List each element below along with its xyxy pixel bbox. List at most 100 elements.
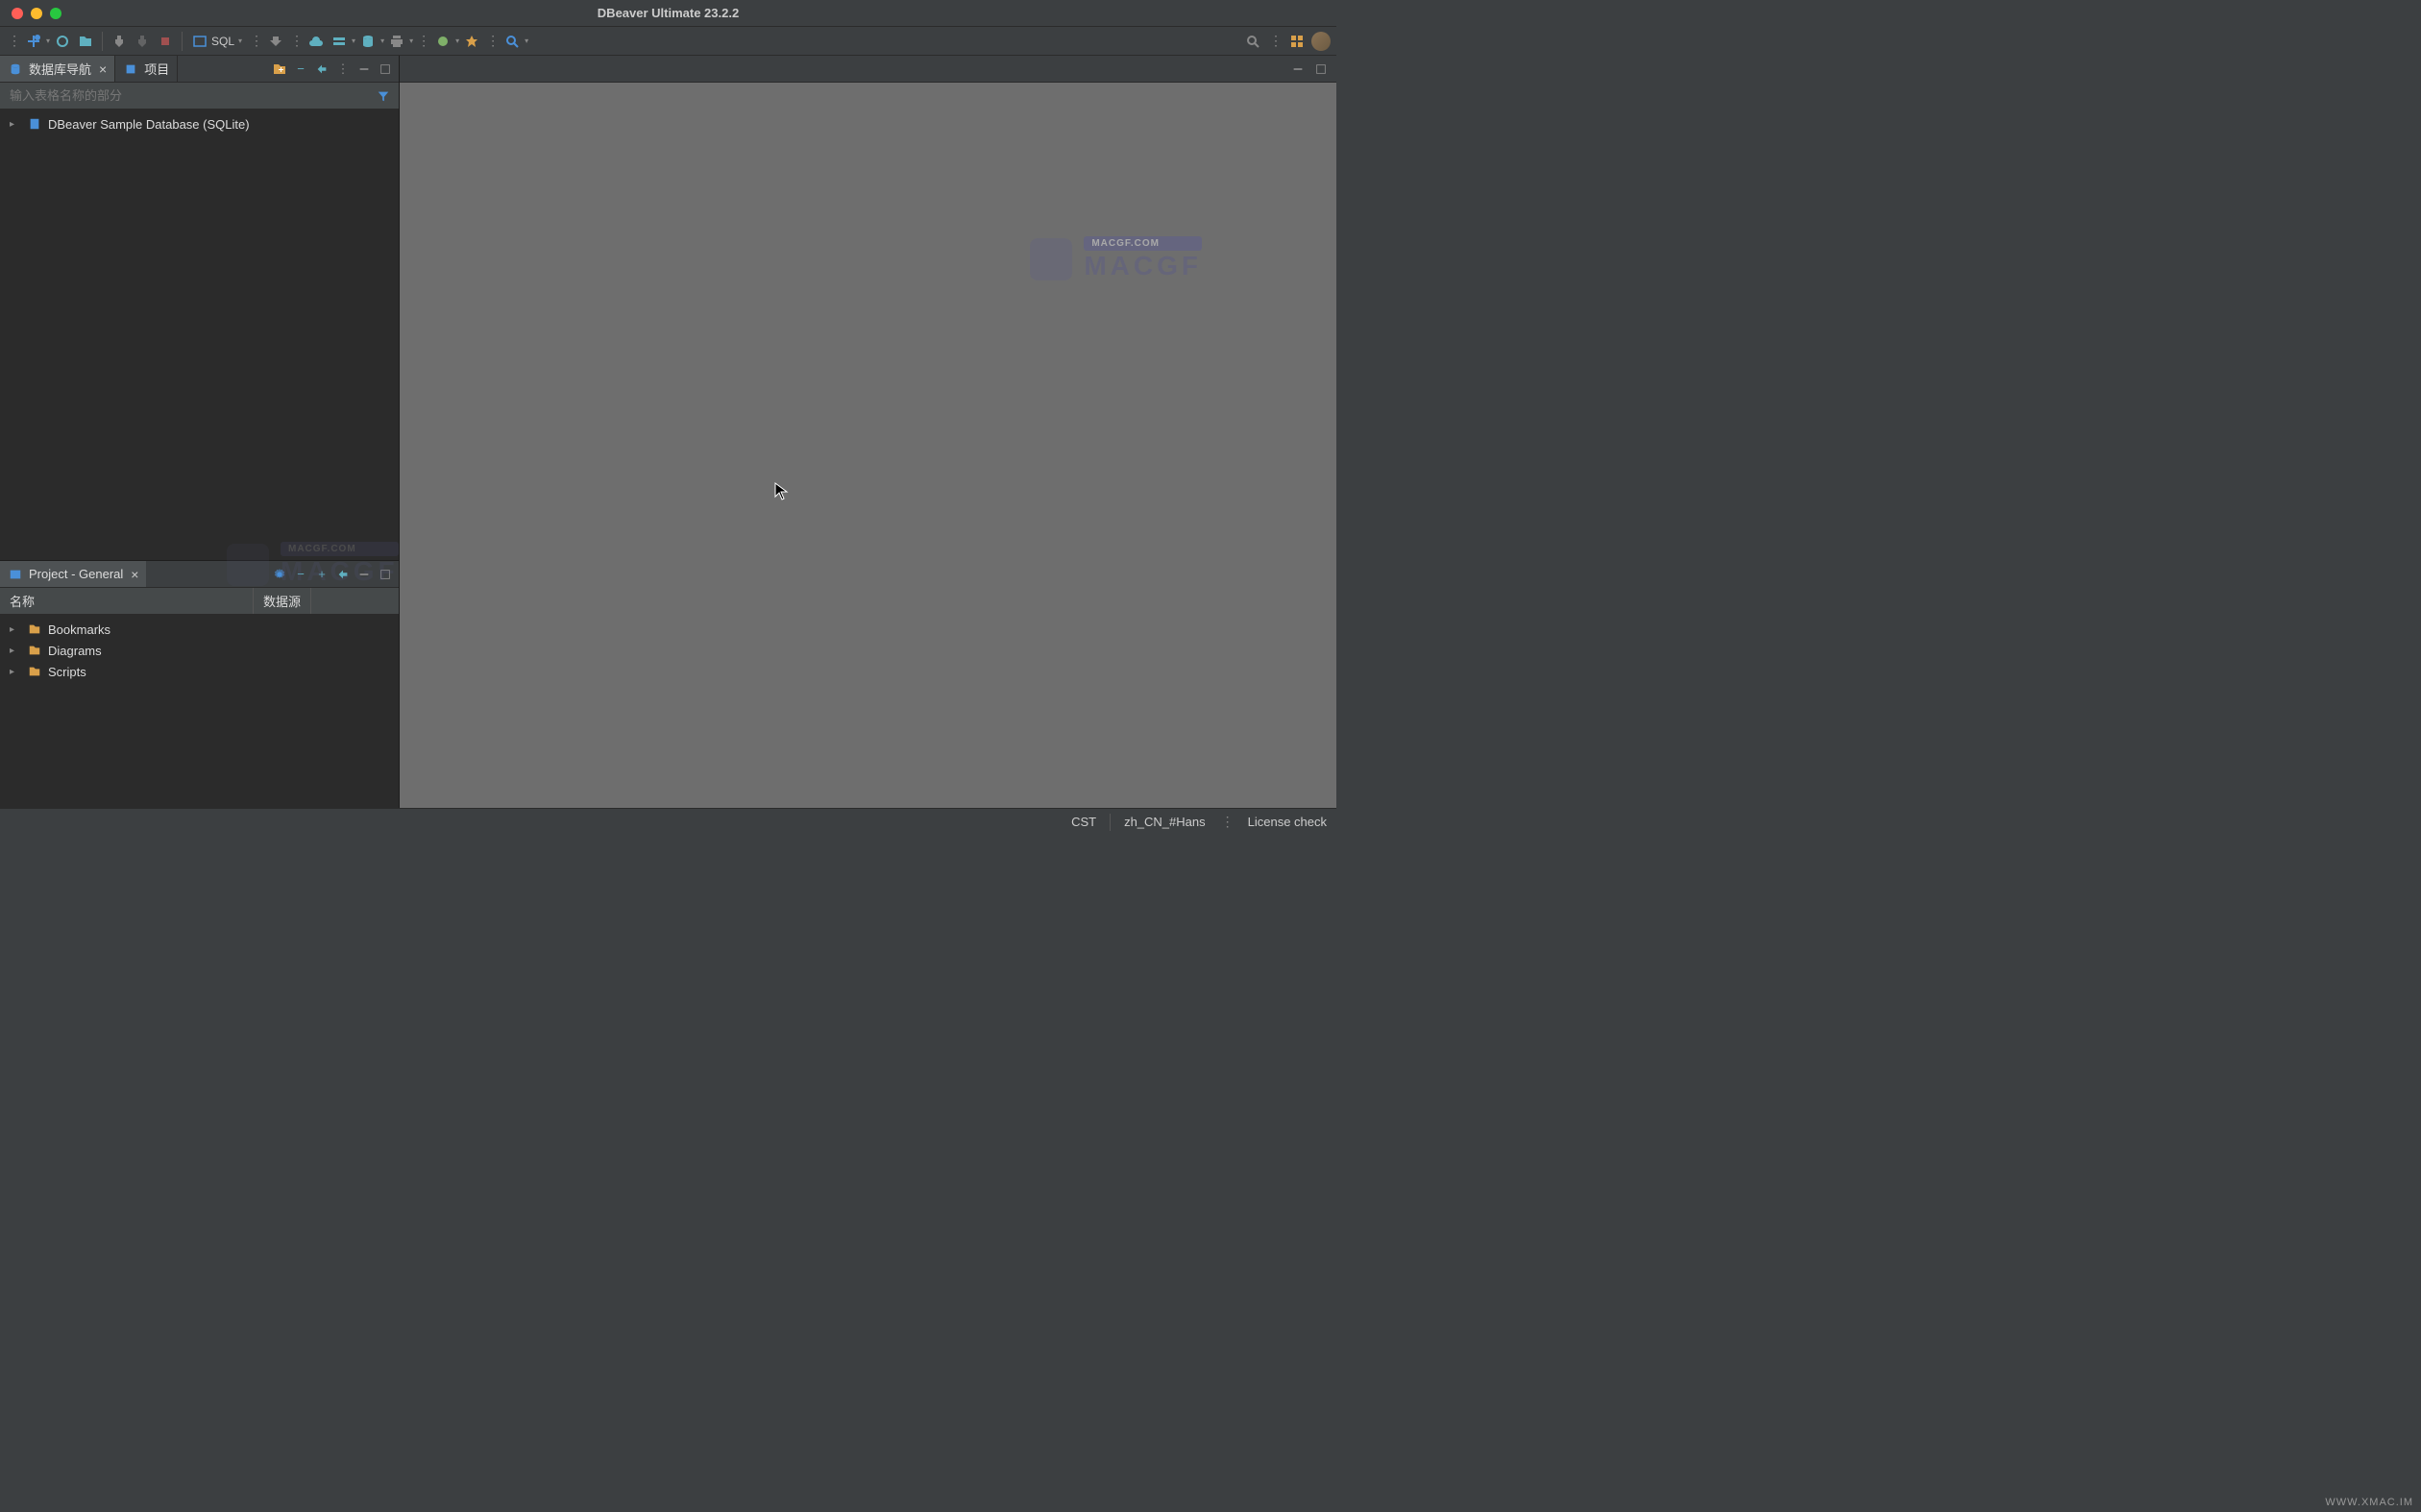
expand-icon[interactable]: ▸ xyxy=(10,646,21,656)
toolbar-grip-icon: ⋮ xyxy=(288,33,304,49)
watermark-text: MACGF xyxy=(281,556,399,587)
window-controls xyxy=(0,8,61,19)
view-menu-button[interactable]: ⋮ xyxy=(333,60,353,79)
project-column-headers: 名称 数据源 xyxy=(0,588,399,615)
app-title: DBeaver Ultimate 23.2.2 xyxy=(598,6,739,20)
watermark-logo-icon xyxy=(227,544,269,586)
data-transfer-button[interactable] xyxy=(329,31,350,52)
connection-button[interactable] xyxy=(52,31,73,52)
tree-item-database[interactable]: ▸ DBeaver Sample Database (SQLite) xyxy=(0,113,399,134)
stop-button[interactable] xyxy=(155,31,176,52)
folder-icon xyxy=(27,643,42,658)
sql-editor-button[interactable]: SQL ▾ xyxy=(188,32,246,51)
database-tree: ▸ DBeaver Sample Database (SQLite) xyxy=(0,110,399,560)
dropdown-icon[interactable]: ▾ xyxy=(525,37,528,45)
user-avatar[interactable] xyxy=(1311,32,1331,51)
watermark-logo-icon xyxy=(1030,238,1072,280)
dropdown-icon[interactable]: ▾ xyxy=(46,37,50,45)
tab-label: 项目 xyxy=(144,60,169,78)
minimize-window-button[interactable] xyxy=(31,8,42,19)
toolbar-grip-icon: ⋮ xyxy=(484,33,500,49)
filter-input[interactable] xyxy=(0,83,376,109)
close-tab-icon[interactable]: × xyxy=(99,61,107,77)
new-folder-button[interactable] xyxy=(270,60,289,79)
tab-database-navigator[interactable]: 数据库导航 × xyxy=(0,56,115,82)
folder-icon xyxy=(27,622,42,637)
project-icon xyxy=(123,61,138,77)
dropdown-icon[interactable]: ▾ xyxy=(352,37,355,45)
database-file-icon xyxy=(27,116,42,132)
editor-content: MACGF.COM MACGF MACGF.COM MACGF xyxy=(400,83,1336,808)
watermark-text: MACGF xyxy=(1084,251,1202,281)
toolbar-grip-icon: ⋮ xyxy=(415,33,430,49)
minimize-panel-button[interactable] xyxy=(1288,60,1308,79)
statusbar: CST zh_CN_#Hans ⋮ License check xyxy=(0,808,1336,835)
database-button[interactable] xyxy=(357,31,379,52)
status-locale[interactable]: zh_CN_#Hans xyxy=(1124,815,1206,829)
debug-button[interactable] xyxy=(432,31,453,52)
tree-item-label: Diagrams xyxy=(48,644,102,658)
commit-button[interactable] xyxy=(265,31,286,52)
tree-item-diagrams[interactable]: ▸ Diagrams xyxy=(0,640,399,661)
main-toolbar: ⋮ ▾ SQL ▾ ⋮ ⋮ ▾ ▾ ▾ ⋮ ▾ xyxy=(0,27,1336,56)
database-navigator-panel: 数据库导航 × 项目 − ⋮ xyxy=(0,56,399,560)
watermark-badge: MACGF.COM xyxy=(1084,236,1202,251)
tree-item-scripts[interactable]: ▸ Scripts xyxy=(0,661,399,682)
sql-label: SQL xyxy=(211,35,234,48)
footer-watermark: WWW.XMAC.IM xyxy=(2325,1497,2413,1508)
status-grip-icon: ⋮ xyxy=(1219,814,1235,830)
close-tab-icon[interactable]: × xyxy=(131,567,138,582)
tree-item-label: DBeaver Sample Database (SQLite) xyxy=(48,117,250,132)
tab-projects[interactable]: 项目 xyxy=(115,56,178,82)
new-connection-button[interactable] xyxy=(23,31,44,52)
minimize-panel-button[interactable] xyxy=(355,60,374,79)
search-button[interactable] xyxy=(501,31,523,52)
expand-icon[interactable]: ▸ xyxy=(10,667,21,677)
folder-button[interactable] xyxy=(75,31,96,52)
maximize-window-button[interactable] xyxy=(50,8,61,19)
cloud-button[interactable] xyxy=(306,31,327,52)
dropdown-icon: ▾ xyxy=(238,37,242,45)
dropdown-icon[interactable]: ▾ xyxy=(409,37,413,45)
maximize-panel-button[interactable] xyxy=(1311,60,1331,79)
toolbar-separator xyxy=(102,32,103,51)
project-tree: ▸ Bookmarks ▸ Diagrams ▸ xyxy=(0,615,399,808)
status-separator xyxy=(1110,814,1111,831)
plug-disconnect-button[interactable] xyxy=(132,31,153,52)
navigator-tabs: 数据库导航 × 项目 − ⋮ xyxy=(0,56,399,83)
global-search-button[interactable] xyxy=(1242,31,1263,52)
toolbar-grip-icon: ⋮ xyxy=(248,33,263,49)
status-license[interactable]: License check xyxy=(1248,815,1327,829)
tree-item-label: Scripts xyxy=(48,665,86,679)
tree-item-label: Bookmarks xyxy=(48,622,110,637)
toolbar-grip-icon: ⋮ xyxy=(1267,33,1283,49)
link-button[interactable] xyxy=(312,60,331,79)
folder-icon xyxy=(27,664,42,679)
expand-icon[interactable]: ▸ xyxy=(10,119,21,130)
perspective-button[interactable] xyxy=(1286,31,1308,52)
print-button[interactable] xyxy=(386,31,407,52)
maximize-panel-button[interactable] xyxy=(376,60,395,79)
watermark: MACGF.COM MACGF xyxy=(227,542,399,587)
close-window-button[interactable] xyxy=(12,8,23,19)
titlebar: DBeaver Ultimate 23.2.2 xyxy=(0,0,1336,27)
tree-item-bookmarks[interactable]: ▸ Bookmarks xyxy=(0,619,399,640)
watermark-badge: MACGF.COM xyxy=(281,542,399,556)
dropdown-icon[interactable]: ▾ xyxy=(455,37,459,45)
dropdown-icon[interactable]: ▾ xyxy=(380,37,384,45)
expand-icon[interactable]: ▸ xyxy=(10,624,21,635)
toolbar-grip-icon: ⋮ xyxy=(6,33,21,49)
toolbar-separator xyxy=(182,32,183,51)
database-icon xyxy=(8,61,23,77)
tab-project-general[interactable]: Project - General × xyxy=(0,561,146,587)
filter-icon[interactable] xyxy=(376,85,399,108)
collapse-button[interactable]: − xyxy=(291,60,310,79)
plug-connect-button[interactable] xyxy=(109,31,130,52)
left-panel: 数据库导航 × 项目 − ⋮ xyxy=(0,56,400,808)
column-datasource[interactable]: 数据源 xyxy=(254,588,311,614)
tab-label: 数据库导航 xyxy=(29,60,91,78)
status-timezone[interactable]: CST xyxy=(1071,815,1096,829)
run-button[interactable] xyxy=(461,31,482,52)
column-name[interactable]: 名称 xyxy=(0,588,254,614)
filter-row xyxy=(0,83,399,110)
